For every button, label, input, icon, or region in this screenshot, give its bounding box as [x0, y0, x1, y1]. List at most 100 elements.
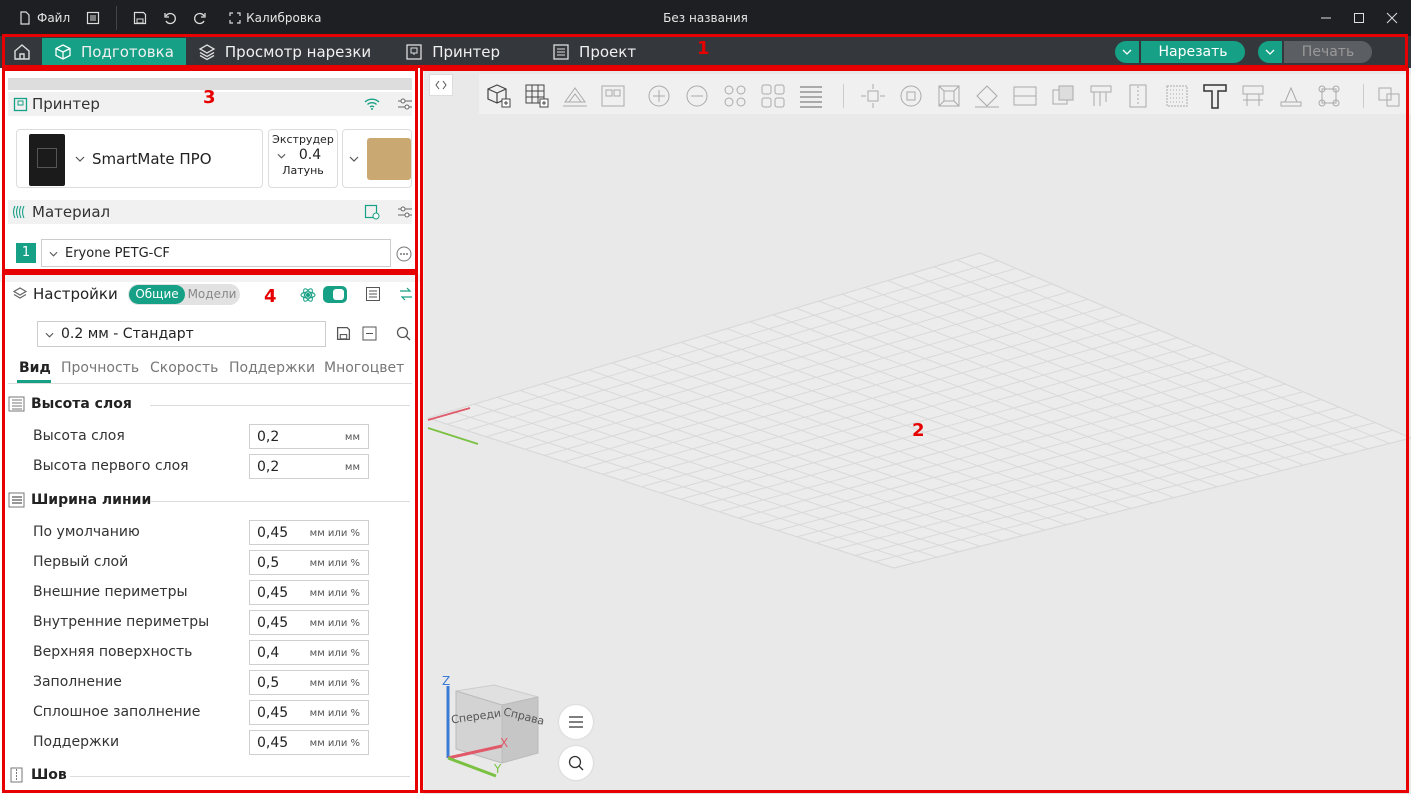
field-value: 0,45: [257, 614, 289, 631]
print-button[interactable]: Печать: [1284, 41, 1372, 63]
field-value: 0,45: [257, 704, 289, 721]
slice-button[interactable]: Нарезать: [1141, 41, 1245, 63]
maximize-button[interactable]: [1343, 0, 1375, 36]
chevron-down-icon: [1122, 49, 1132, 55]
slice-button-label: Нарезать: [1158, 44, 1228, 60]
setting-label: Высота первого слоя: [33, 458, 189, 474]
tab-project-label: Проект: [579, 43, 637, 61]
view-cube[interactable]: Z X Y Спереди Справа: [434, 674, 546, 778]
redo-button[interactable]: [185, 0, 215, 36]
print-options-dropdown[interactable]: [1258, 41, 1282, 63]
scope-general[interactable]: Общие: [129, 285, 185, 304]
annotation-label-4: 4: [264, 286, 277, 307]
field-unit: мм или %: [309, 708, 360, 719]
wifi-icon[interactable]: [364, 97, 380, 111]
subtab-supports[interactable]: Поддержки: [229, 360, 315, 376]
setting-label: Верхняя поверхность: [33, 644, 193, 660]
layer-height-input[interactable]: 0,2 мм: [249, 424, 369, 449]
subtab-speed[interactable]: Скорость: [150, 360, 218, 376]
field-value: 0,4: [257, 644, 280, 661]
filament-more-button[interactable]: [396, 246, 412, 262]
subtab-multicolor[interactable]: Многоцвет: [324, 360, 404, 376]
tab-printer[interactable]: Принтер: [393, 38, 512, 66]
subtab-strength[interactable]: Прочность: [61, 360, 139, 376]
save-profile-button[interactable]: [336, 326, 351, 341]
file-icon: [20, 11, 30, 25]
extruder-label: Экструдер: [272, 133, 334, 146]
setting-label: Поддержки: [33, 734, 120, 750]
print-button-group: Печать: [1258, 41, 1372, 63]
first-layer-width-input[interactable]: 0,5 мм или %: [249, 550, 369, 575]
settings-list-button[interactable]: [365, 286, 381, 302]
sparse-infill-width-input[interactable]: 0,5 мм или %: [249, 670, 369, 695]
save-button[interactable]: [125, 0, 155, 36]
calibration-icon: [229, 12, 241, 24]
printer-selector[interactable]: SmartMate ПРО: [16, 129, 263, 188]
printer-thumbnail: [29, 134, 65, 186]
calibration-button[interactable]: Калибровка: [221, 0, 329, 36]
divider: [8, 383, 412, 384]
top-surface-width-input[interactable]: 0,4 мм или %: [249, 640, 369, 665]
divider: [70, 776, 410, 777]
field-value: 0,5: [257, 554, 280, 571]
hamburger-icon: [569, 716, 583, 728]
subtab-view[interactable]: Вид: [19, 360, 51, 376]
zoom-fit-button[interactable]: [559, 746, 593, 780]
extruder-selector[interactable]: Экструдер 0.4 Латунь: [268, 129, 338, 188]
close-button[interactable]: [1376, 0, 1408, 36]
default-line-width-input[interactable]: 0,45 мм или %: [249, 520, 369, 545]
field-unit: мм или %: [309, 588, 360, 599]
search-settings-button[interactable]: [396, 326, 411, 341]
setting-label: По умолчанию: [33, 524, 140, 540]
scope-models[interactable]: Модели: [186, 285, 238, 304]
group-layer-height-title: Высота слоя: [31, 396, 132, 412]
save-icon: [336, 326, 351, 341]
field-value: 0,45: [257, 584, 289, 601]
tab-printer-label: Принтер: [432, 43, 501, 61]
remove-profile-button[interactable]: [362, 326, 377, 341]
tab-prepare[interactable]: Подготовка: [42, 38, 186, 66]
compare-button[interactable]: [399, 286, 413, 302]
field-unit: мм или %: [309, 558, 360, 569]
annotation-label-3: 3: [203, 87, 216, 108]
slice-options-dropdown[interactable]: [1115, 41, 1139, 63]
support-width-input[interactable]: 0,45 мм или %: [249, 730, 369, 755]
settings-scope-toggle[interactable]: Общие Модели: [128, 284, 240, 305]
undo-button[interactable]: [155, 0, 185, 36]
setting-label: Внешние периметры: [33, 584, 188, 600]
material-settings-icon[interactable]: [398, 205, 412, 219]
home-button[interactable]: [2, 36, 42, 68]
divider: [150, 405, 410, 406]
more-icon: [396, 246, 412, 262]
setting-label: Сплошное заполнение: [33, 704, 201, 720]
view-menu-button[interactable]: [559, 705, 593, 739]
inner-wall-width-input[interactable]: 0,45 мм или %: [249, 610, 369, 635]
first-layer-height-input[interactable]: 0,2 мм: [249, 454, 369, 479]
field-value: 0,45: [257, 734, 289, 751]
solid-infill-width-input[interactable]: 0,45 мм или %: [249, 700, 369, 725]
tab-project[interactable]: Проект: [540, 38, 648, 66]
setting-label: Первый слой: [33, 554, 129, 570]
tab-slice-preview-label: Просмотр нарезки: [224, 43, 372, 61]
menu-button[interactable]: [78, 0, 108, 36]
chevron-down-icon: [349, 156, 359, 162]
list-icon: [366, 287, 380, 301]
minimize-button[interactable]: [1310, 0, 1342, 36]
printer-icon: [8, 97, 32, 112]
printer-settings-icon[interactable]: [398, 97, 412, 111]
close-icon: [1386, 12, 1398, 24]
field-unit: мм или %: [309, 648, 360, 659]
outer-wall-width-input[interactable]: 0,45 мм или %: [249, 580, 369, 605]
tab-slice-preview[interactable]: Просмотр нарезки: [186, 38, 383, 66]
file-menu-label: Файл: [37, 11, 71, 25]
filament-sync-icon[interactable]: [364, 204, 380, 220]
advanced-mode-switch[interactable]: [323, 286, 347, 303]
process-profile-selector[interactable]: 0.2 мм - Стандарт: [37, 321, 326, 347]
filament-selector[interactable]: Eryone PETG-CF: [41, 239, 391, 267]
file-menu-button[interactable]: Файл: [10, 0, 78, 36]
maximize-icon: [1354, 13, 1364, 23]
left-sidebar: Принтер SmartMate ПРО Экструдер 0.4 Лату…: [0, 68, 420, 794]
setting-label: Внутренние периметры: [33, 614, 210, 630]
nozzle-material: Латунь: [282, 164, 324, 177]
build-plate-selector[interactable]: [342, 129, 412, 188]
